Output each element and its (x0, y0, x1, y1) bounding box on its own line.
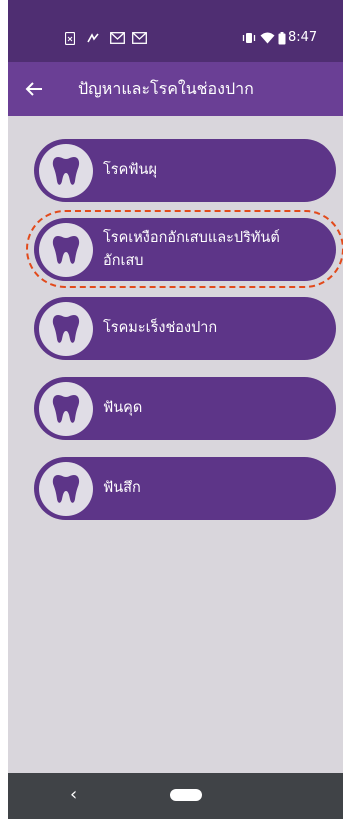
status-time: 8:47 (288, 30, 318, 45)
tooth-icon (39, 301, 93, 356)
nav-home-pill-icon[interactable] (170, 789, 202, 801)
sync-icon (86, 32, 100, 48)
gmail-icon (132, 32, 147, 47)
wifi-icon (260, 32, 275, 47)
sim-card-icon (64, 31, 76, 48)
selection-highlight (26, 210, 343, 288)
battery-icon (278, 32, 286, 48)
back-button[interactable] (22, 76, 48, 102)
status-bar: 8:47 (8, 0, 343, 62)
gmail-icon (110, 32, 125, 47)
menu-item-label: ฟันคุด (103, 400, 143, 416)
page-title: ปัญหาและโรคในช่องปาก (78, 79, 254, 98)
navigation-bar: ‹ (8, 773, 343, 819)
menu-item-dental-caries[interactable]: โรคฟันผุ (34, 139, 336, 202)
phone-screen: 8:47 ปัญหาและโรคในช่องปาก โรคฟันผุ โรคเห… (8, 0, 343, 819)
tooth-icon (39, 381, 93, 436)
menu-item-tooth-wear[interactable]: ฟันสึก (34, 457, 336, 520)
menu-item-label: โรคมะเร็งช่องปาก (103, 320, 218, 336)
menu-item-label: ฟันสึก (103, 480, 141, 496)
menu-item-impacted-tooth[interactable]: ฟันคุด (34, 377, 336, 440)
app-bar: ปัญหาและโรคในช่องปาก (8, 62, 343, 116)
tooth-icon (39, 143, 93, 198)
vibrate-icon (242, 32, 256, 47)
menu-item-label: โรคฟันผุ (103, 162, 157, 178)
nav-back-icon[interactable]: ‹ (70, 784, 77, 806)
tooth-icon (39, 461, 93, 516)
menu-item-oral-cancer[interactable]: โรคมะเร็งช่องปาก (34, 297, 336, 360)
